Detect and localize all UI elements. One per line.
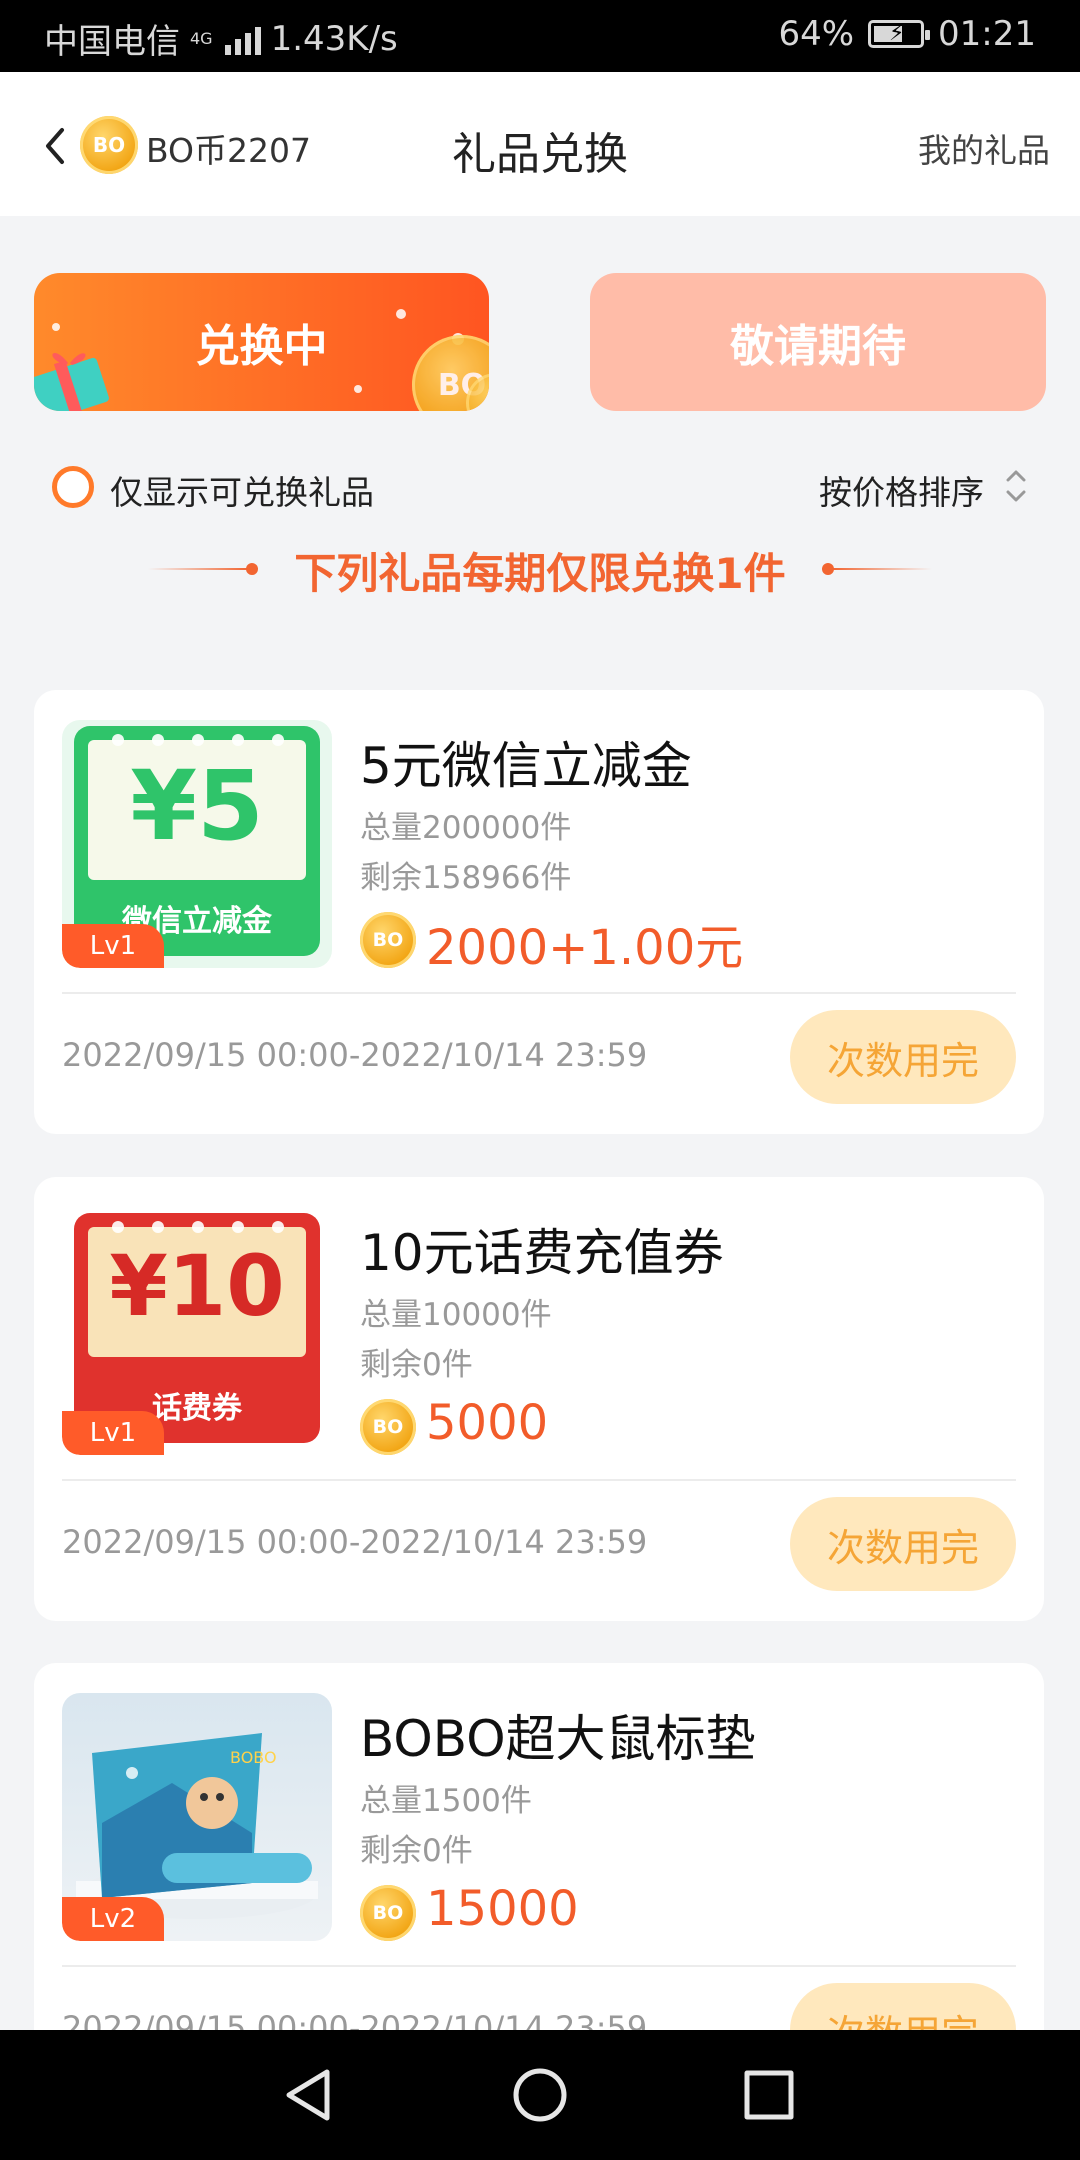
gift-card[interactable]: ¥10 话费券 Lv1 10元话费充值券 总量10000件 剩余0件 BO 50…: [34, 1177, 1044, 1621]
gift-thumbnail: BOBO Lv2: [62, 1693, 332, 1941]
exchange-used-up-button[interactable]: 次数用完: [790, 1497, 1016, 1591]
level-badge: Lv1: [62, 924, 164, 968]
signal-icon: [224, 23, 261, 55]
binder-ring: [152, 1221, 164, 1233]
gift-total: 总量200000件: [360, 810, 572, 846]
app-header: BO BO币2207 礼品兑换 我的礼品: [0, 72, 1080, 216]
tab-exchanging[interactable]: BO 兑换中: [34, 273, 489, 411]
gift-thumbnail: ¥5 微信立减金 Lv1: [62, 720, 332, 968]
system-navigation-bar: [0, 2030, 1080, 2160]
network-type: 4G: [190, 28, 213, 48]
gift-price: 5000: [426, 1395, 549, 1451]
binder-ring: [232, 734, 244, 746]
gift-price: 15000: [426, 1881, 579, 1937]
voucher-amount: ¥5: [130, 750, 264, 862]
binder-ring: [152, 734, 164, 746]
binder-ring: [192, 1221, 204, 1233]
gift-card[interactable]: BOBO Lv2 BOBO超大鼠标垫 总量1500件 剩余0件 BO 15000…: [34, 1663, 1044, 2030]
gift-box-icon: [34, 352, 109, 411]
binder-ring: [272, 1221, 284, 1233]
binder-ring: [112, 734, 124, 746]
network-speed: 1.43K/s: [270, 18, 398, 59]
gift-name: 10元话费充值券: [360, 1224, 724, 1282]
bo-coin-icon: BO: [360, 1399, 416, 1455]
carrier-name: 中国电信: [44, 22, 180, 62]
exchange-period: 2022/09/15 00:00-2022/10/14 23:59: [62, 1036, 648, 1074]
level-badge: Lv2: [62, 1897, 164, 1941]
nav-home-icon[interactable]: [505, 2060, 575, 2130]
battery-icon: ⚡: [868, 20, 931, 48]
battery-percent: 64%: [778, 14, 855, 54]
tab-coming-soon[interactable]: 敬请期待: [590, 273, 1046, 411]
voucher-amount: ¥10: [109, 1237, 285, 1335]
divider: [62, 1479, 1016, 1481]
nav-back-icon[interactable]: [275, 2060, 345, 2130]
gift-total: 总量10000件: [360, 1297, 552, 1333]
level-badge: Lv1: [62, 1411, 164, 1455]
sparkle-dot: [52, 323, 60, 331]
gift-remaining: 剩余0件: [360, 1347, 473, 1383]
gift-name: BOBO超大鼠标垫: [360, 1710, 756, 1768]
binder-ring: [232, 1221, 244, 1233]
divider: [62, 992, 1016, 994]
exchange-period: 2022/09/15 00:00-2022/10/14 23:59: [62, 2009, 648, 2030]
only-available-label[interactable]: 仅显示可兑换礼品: [110, 466, 374, 514]
binder-ring: [112, 1221, 124, 1233]
tab-label: 兑换中: [195, 321, 328, 372]
sparkle-dot: [396, 309, 406, 319]
exchange-limit-notice: 下列礼品每期仅限兑换1件: [294, 549, 786, 598]
only-available-radio[interactable]: [52, 466, 94, 508]
sparkle-dot: [354, 385, 362, 393]
exchange-used-up-button[interactable]: 次数用完: [790, 1983, 1016, 2030]
divider: [62, 1965, 1016, 1967]
status-bar: 中国电信 4G 1.43K/s 64% ⚡ 01:21: [0, 0, 1080, 72]
gift-remaining: 剩余0件: [360, 1833, 473, 1869]
gift-total: 总量1500件: [360, 1783, 532, 1819]
binder-ring: [192, 734, 204, 746]
tab-label: 敬请期待: [730, 321, 906, 372]
exchange-period: 2022/09/15 00:00-2022/10/14 23:59: [62, 1523, 648, 1561]
nav-recents-icon[interactable]: [734, 2060, 804, 2130]
sort-arrows-icon[interactable]: [1004, 466, 1028, 506]
clock: 01:21: [938, 14, 1036, 54]
binder-ring: [272, 734, 284, 746]
exchange-used-up-button[interactable]: 次数用完: [790, 1010, 1016, 1104]
gift-name: 5元微信立减金: [360, 737, 692, 795]
my-gifts-link[interactable]: 我的礼品: [918, 124, 1050, 172]
sort-by-price-button[interactable]: 按价格排序: [819, 466, 984, 514]
gift-thumbnail: ¥10 话费券 Lv1: [62, 1207, 332, 1455]
gift-remaining: 剩余158966件: [360, 860, 572, 896]
gift-card[interactable]: ¥5 微信立减金 Lv1 5元微信立减金 总量200000件 剩余158966件…: [34, 690, 1044, 1134]
bo-coin-icon: BO: [360, 1885, 416, 1941]
gift-price: 2000+1.00元: [426, 920, 744, 976]
divider-line: [832, 568, 932, 570]
bo-coin-icon: BO: [360, 912, 416, 968]
mouse-pad-logo: BOBO: [230, 1748, 277, 1767]
